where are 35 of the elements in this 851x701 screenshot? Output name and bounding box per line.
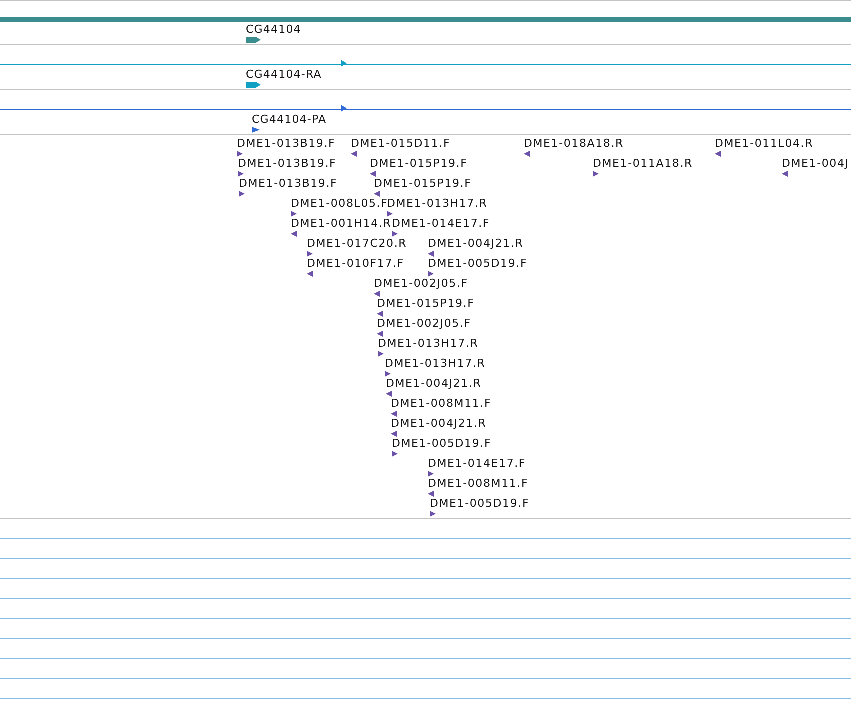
feature-label: DME1-011A18.R	[593, 157, 693, 170]
feature-label: DME1-005D19.F	[392, 437, 492, 450]
feature-label: DME1-013B19.F	[238, 157, 337, 170]
feature-label: DME1-004J21.R	[391, 417, 487, 430]
feature-label: DME1-008L05.F	[291, 197, 388, 210]
feature-label: DME1-005D19.F	[428, 257, 528, 270]
feature-label: DME1-014E17.F	[392, 217, 490, 230]
feature-label: DME1-004J21.R	[428, 237, 524, 250]
feature-label: DME1-002J05.F	[374, 277, 468, 290]
strand-arrow-icon	[341, 60, 347, 67]
feature-label: DME1-010F17.F	[307, 257, 404, 270]
feature-label: DME1-013H17.R	[385, 357, 486, 370]
feature-label: DME1-013B19.F	[237, 137, 336, 150]
feature-label: DME1-013H17.R	[387, 197, 488, 210]
feature-label: DME1-014E17.F	[428, 457, 526, 470]
strand-arrow-icon	[341, 105, 347, 112]
feature-label: DME1-013B19.F	[239, 177, 338, 190]
feature-label: DME1-002J05.F	[377, 317, 472, 330]
feature-label: DME1-004J21.R	[386, 377, 482, 390]
transcript-label: CG44104-RA	[246, 68, 322, 81]
feature-label: DME1-011L04.R	[715, 137, 814, 150]
feature-label: DME1-004J	[782, 157, 850, 170]
feature-label: DME1-015P19.F	[370, 157, 468, 170]
feature-label: DME1-015P19.F	[377, 297, 475, 310]
feature-label: DME1-013H17.R	[378, 337, 479, 350]
transcript-label: CG44104-PA	[252, 113, 327, 126]
feature-label: DME1-015D11.F	[351, 137, 451, 150]
feature-label: DME1-008M11.F	[428, 477, 529, 490]
feature-label: DME1-018A18.R	[524, 137, 624, 150]
gene-label: CG44104	[246, 23, 302, 36]
feature-label: DME1-005D19.F	[430, 497, 530, 510]
feature-label: DME1-008M11.F	[391, 397, 492, 410]
feature-label: DME1-015P19.F	[374, 177, 472, 190]
feature-label: DME1-017C20.R	[307, 237, 408, 250]
feature-label: DME1-001H14.R	[291, 217, 392, 230]
